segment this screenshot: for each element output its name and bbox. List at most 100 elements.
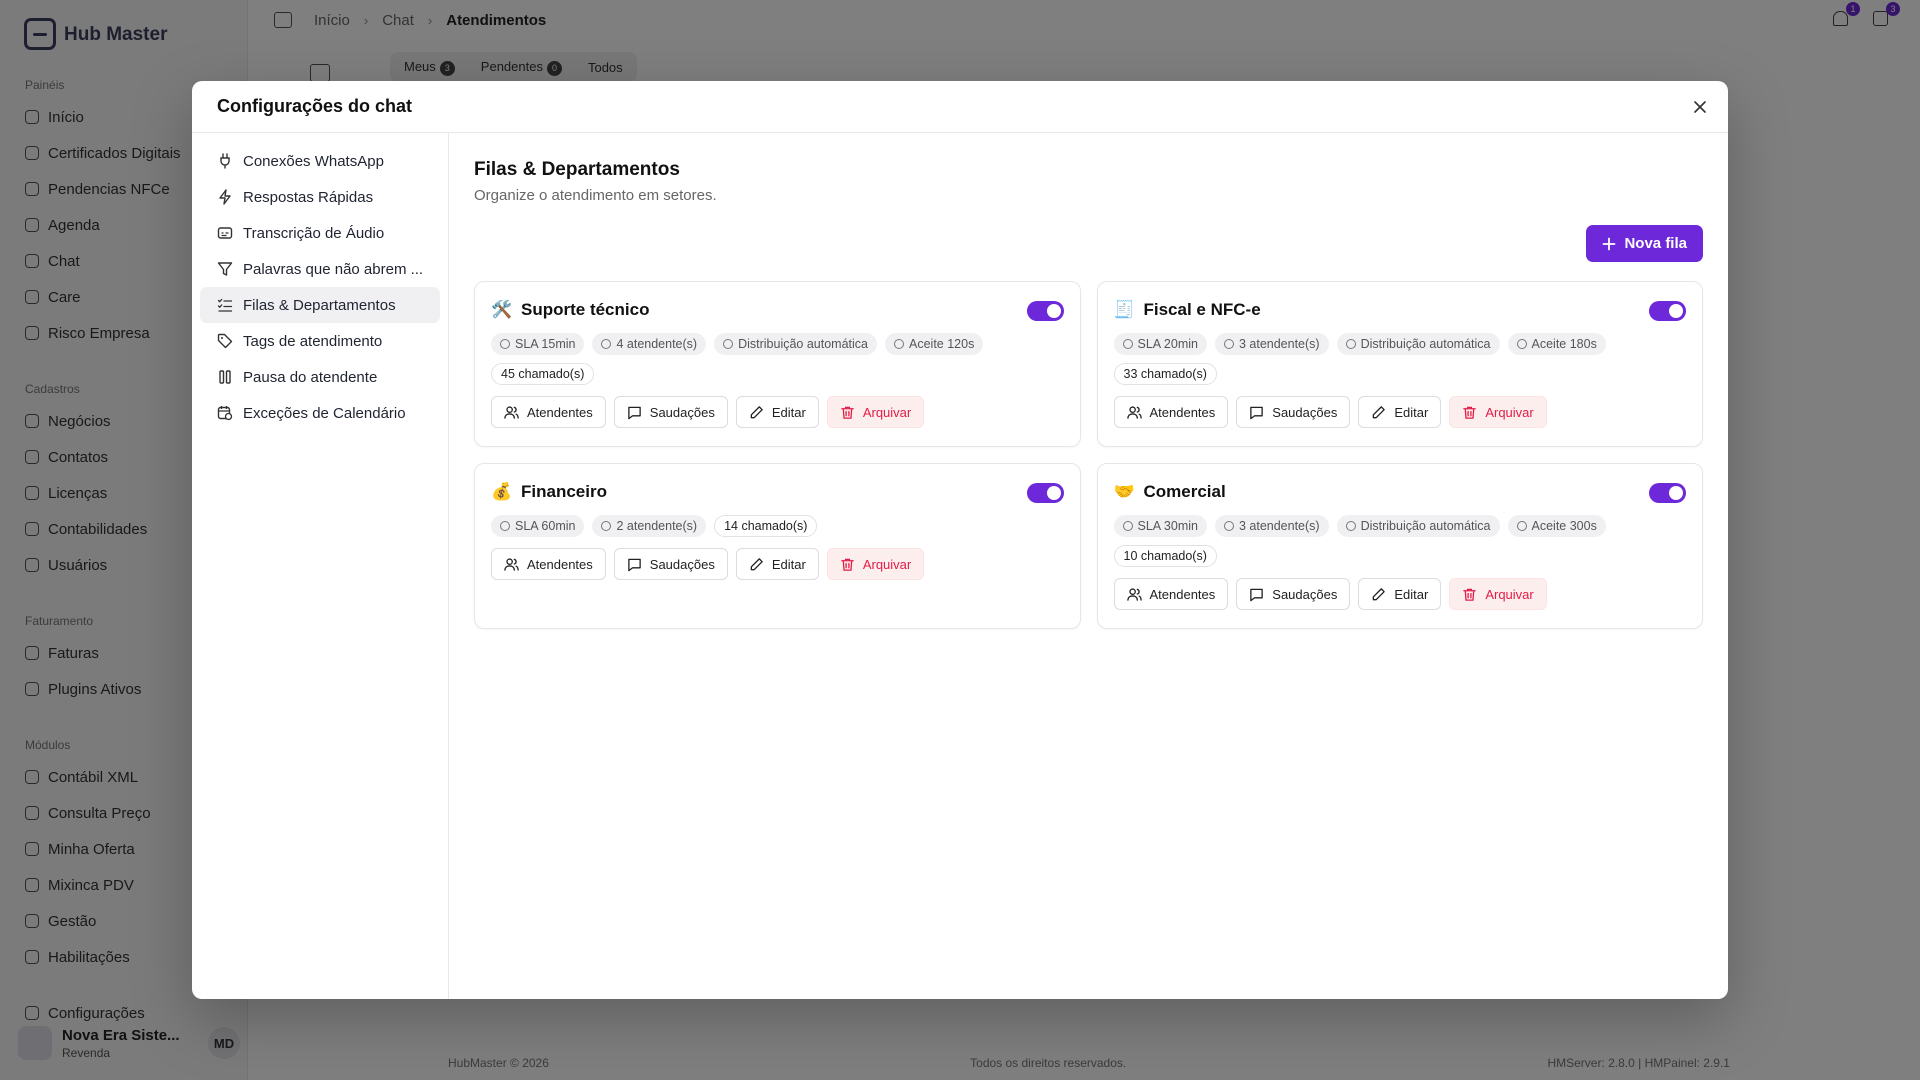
- modal-header: Configurações do chat: [192, 81, 1728, 133]
- queue-chip-text: 3 atendente(s): [1238, 519, 1320, 533]
- queue-name: Financeiro: [521, 482, 607, 501]
- calendar-clock-icon: [217, 406, 233, 421]
- queue-chip-distribution: Distribuição automática: [1336, 333, 1500, 355]
- settings-nav: Conexões WhatsApp Respostas Rápidas Tran…: [192, 133, 449, 999]
- nav-item-label: Palavras que não abrem ...: [243, 260, 424, 278]
- timer-icon: [1516, 521, 1527, 531]
- queue-enabled-toggle[interactable]: [1026, 301, 1064, 321]
- archive-label: Arquivar: [1485, 404, 1534, 420]
- captions-icon: [217, 227, 233, 239]
- queue-enabled-toggle[interactable]: [1649, 483, 1686, 503]
- nav-item-label: Filas & Departamentos: [243, 296, 396, 314]
- message-square-icon: [628, 558, 641, 571]
- queue-chip-text: 3 atendente(s): [1238, 337, 1320, 351]
- trash-icon: [1463, 588, 1477, 601]
- queue-chip-text: Distribuição automática: [1360, 519, 1491, 533]
- queue-chip-text: SLA 15min: [515, 337, 576, 351]
- zap-icon: [219, 189, 231, 205]
- nav-item-label: Transcrição de Áudio: [243, 224, 385, 242]
- agents-button[interactable]: Atendentes: [1113, 578, 1229, 610]
- agents-button[interactable]: Atendentes: [491, 548, 606, 580]
- edit-button[interactable]: Editar: [1358, 396, 1442, 428]
- queue-enabled-toggle[interactable]: [1026, 483, 1064, 503]
- users-icon: [1223, 521, 1234, 531]
- nav-item-palavras[interactable]: Palavras que não abrem ...: [200, 251, 440, 287]
- shuffle-icon: [1345, 339, 1356, 349]
- users-icon: [601, 339, 612, 349]
- queue-name: Suporte técnico: [521, 300, 650, 319]
- trash-icon: [841, 558, 854, 571]
- greetings-button[interactable]: Saudações: [1236, 396, 1351, 428]
- archive-label: Arquivar: [862, 556, 912, 572]
- greetings-label: Saudações: [649, 556, 715, 572]
- new-queue-button[interactable]: Nova fila: [1586, 225, 1703, 262]
- queue-emoji: 💰: [491, 482, 513, 501]
- users-icon: [601, 521, 612, 531]
- agents-label: Atendentes: [527, 404, 593, 420]
- greetings-button[interactable]: Saudações: [613, 396, 728, 428]
- queue-chip-text: Aceite 120s: [909, 337, 975, 351]
- timer-icon: [894, 339, 904, 349]
- clock-icon: [500, 339, 510, 349]
- queue-chip-sla: SLA 30min: [1113, 515, 1207, 537]
- pencil-icon: [1373, 405, 1386, 418]
- close-icon: [1694, 101, 1706, 113]
- edit-label: Editar: [771, 404, 806, 420]
- queue-chip-text: Distribuição automática: [738, 337, 868, 351]
- edit-button[interactable]: Editar: [735, 548, 819, 580]
- nav-item-respostas-rapidas[interactable]: Respostas Rápidas: [200, 179, 440, 215]
- agents-button[interactable]: Atendentes: [491, 396, 606, 428]
- queue-chip-agents: 3 atendente(s): [1214, 333, 1329, 355]
- nav-item-conexoes-whatsapp[interactable]: Conexões WhatsApp: [200, 143, 440, 179]
- users-icon: [504, 405, 519, 419]
- archive-button[interactable]: Arquivar: [826, 548, 925, 580]
- queue-chips: SLA 15min 4 atendente(s) Distribuição auto…: [491, 333, 1011, 385]
- queue-chips: SLA 60min 2 atendente(s) 14 chamado(s): [491, 515, 1011, 537]
- close-button[interactable]: [1690, 97, 1710, 117]
- users-icon: [1126, 587, 1142, 601]
- nav-item-transcricao-audio[interactable]: Transcrição de Áudio: [200, 215, 440, 251]
- edit-button[interactable]: Editar: [1358, 578, 1442, 610]
- greetings-button[interactable]: Saudações: [1236, 578, 1351, 610]
- greetings-button[interactable]: Saudações: [613, 548, 728, 580]
- nav-item-excecoes-calendario[interactable]: Exceções de Calendário: [200, 395, 440, 431]
- pause-icon: [219, 370, 231, 384]
- nav-item-label: Pausa do atendente: [243, 368, 378, 386]
- queue-chip-sla: SLA 15min: [491, 333, 585, 355]
- queue-actions: Atendentes Saudações Editar Arquivar: [491, 548, 1064, 580]
- list-checks-icon: [217, 298, 233, 312]
- queue-chip-text: SLA 30min: [1137, 519, 1198, 533]
- nav-item-filas-departamentos[interactable]: Filas & Departamentos: [200, 287, 440, 323]
- message-square-icon: [1250, 588, 1264, 601]
- clock-icon: [500, 521, 510, 531]
- archive-button[interactable]: Arquivar: [1449, 396, 1547, 428]
- agents-button[interactable]: Atendentes: [1113, 396, 1229, 428]
- queue-chip-text: Aceite 300s: [1531, 519, 1597, 533]
- queue-chip-accept: Aceite 120s: [885, 333, 984, 355]
- queue-chip-text: SLA 60min: [515, 519, 576, 533]
- edit-button[interactable]: Editar: [735, 396, 819, 428]
- queue-enabled-toggle[interactable]: [1649, 301, 1686, 321]
- timer-icon: [1516, 339, 1527, 349]
- trash-icon: [841, 406, 854, 419]
- queue-tickets-count: 10 chamado(s): [1113, 545, 1217, 567]
- pencil-icon: [750, 405, 763, 418]
- queue-chip-agents: 2 atendente(s): [592, 515, 707, 537]
- queue-chip-accept: Aceite 300s: [1507, 515, 1606, 537]
- tag-icon: [217, 333, 233, 349]
- archive-label: Arquivar: [862, 404, 912, 420]
- nav-item-pausa[interactable]: Pausa do atendente: [200, 359, 440, 395]
- queue-chip-distribution: Distribuição automática: [714, 333, 877, 355]
- queue-grid: 🛠️ Suporte técnico SLA 15min 4 atendente(…: [474, 281, 1703, 629]
- new-queue-label: Nova fila: [1624, 235, 1687, 252]
- archive-button[interactable]: Arquivar: [1449, 578, 1547, 610]
- shuffle-icon: [723, 339, 734, 349]
- queue-actions: Atendentes Saudações Editar Arquivar: [1113, 396, 1687, 428]
- nav-item-tags[interactable]: Tags de atendimento: [200, 323, 440, 359]
- queue-chip-sla: SLA 20min: [1113, 333, 1207, 355]
- queue-name: Fiscal e NFC-e: [1143, 300, 1261, 319]
- greetings-label: Saudações: [1272, 404, 1338, 420]
- archive-label: Arquivar: [1485, 586, 1534, 602]
- queue-chip-agents: 4 atendente(s): [592, 333, 707, 355]
- archive-button[interactable]: Arquivar: [826, 396, 925, 428]
